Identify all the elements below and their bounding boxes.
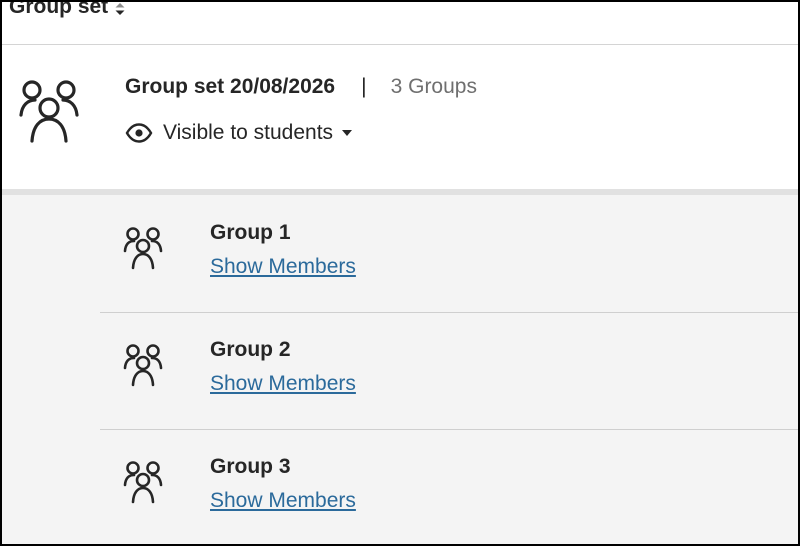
show-members-link[interactable]: Show Members (210, 255, 356, 279)
eye-icon (125, 123, 153, 143)
column-header: Group set (2, 2, 798, 45)
group-set-title-line: Group set 20/08/2026 | 3 Groups (125, 75, 477, 99)
column-header-label: Group set (9, 0, 109, 18)
show-members-link[interactable]: Show Members (210, 372, 356, 396)
sort-icon (115, 3, 125, 15)
groups-list: Group 1 Show Members Group 2 Show Member… (2, 195, 798, 544)
group-name: Group 2 (210, 338, 291, 361)
title-separator: | (361, 75, 367, 98)
group-row-2: Group 2 Show Members (100, 312, 798, 430)
group-set-title: Group set 20/08/2026 (125, 75, 336, 98)
group-name: Group 3 (210, 455, 291, 478)
visibility-dropdown[interactable]: Visible to students (125, 121, 353, 145)
group-count: 3 Groups (390, 75, 477, 98)
group-row-3: Group 3 Show Members (100, 429, 798, 544)
chevron-down-icon (342, 130, 353, 136)
group-set-icon (19, 80, 79, 143)
group-set-row: Group set 20/08/2026 | 3 Groups Visible … (2, 45, 798, 189)
column-header-group-set[interactable]: Group set (9, 0, 126, 19)
visibility-label: Visible to students (163, 121, 334, 144)
group-icon (123, 461, 163, 504)
group-name: Group 1 (210, 221, 291, 244)
group-icon (123, 227, 163, 270)
group-icon (123, 344, 163, 387)
show-members-link[interactable]: Show Members (210, 489, 356, 513)
group-set-panel: Group set Group set 20/08/2026 | 3 Group… (0, 0, 800, 546)
group-row-1: Group 1 Show Members (100, 195, 798, 313)
